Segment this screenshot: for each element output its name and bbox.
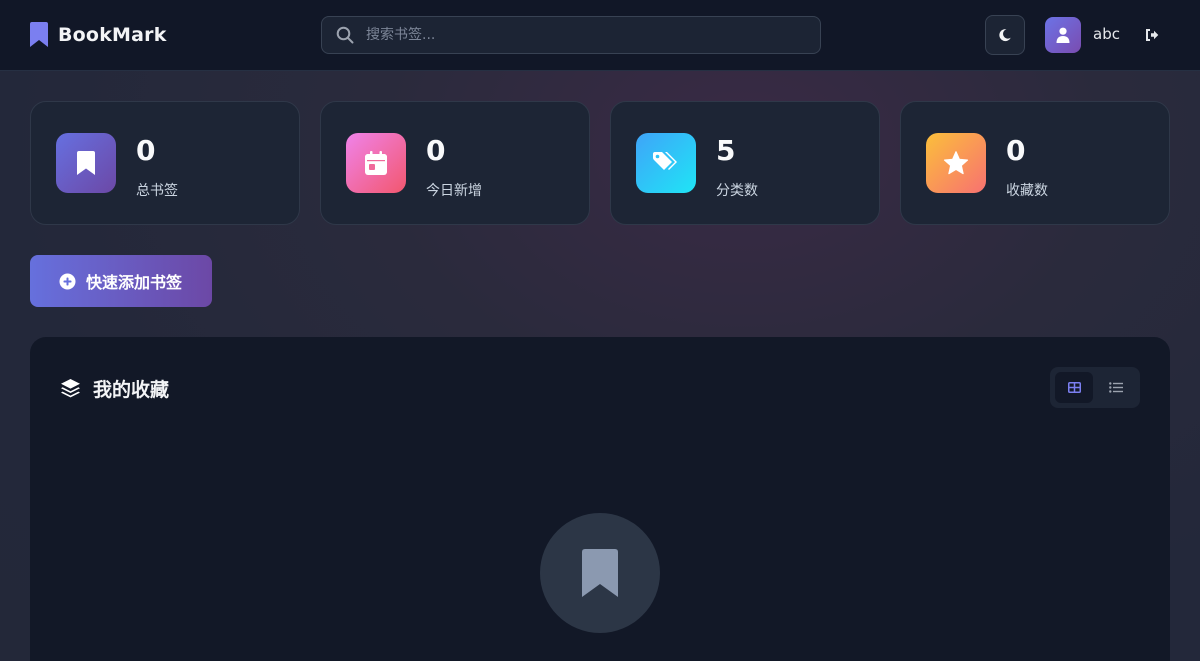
view-toggle bbox=[1050, 367, 1140, 408]
quick-add-bookmark-button[interactable]: 快速添加书签 bbox=[30, 255, 212, 307]
top-header: BookMark abc bbox=[0, 0, 1200, 71]
search-input[interactable] bbox=[366, 17, 806, 53]
quick-add-label: 快速添加书签 bbox=[86, 273, 183, 292]
bookmark-logo-icon bbox=[30, 22, 48, 47]
moon-icon bbox=[999, 29, 1011, 42]
layers-icon bbox=[61, 379, 80, 398]
stat-card-today: 0 今日新增 bbox=[320, 101, 590, 225]
list-view-button[interactable] bbox=[1097, 372, 1135, 403]
stat-card-categories: 5 分类数 bbox=[610, 101, 880, 225]
search-box[interactable] bbox=[321, 16, 821, 54]
search-icon bbox=[336, 26, 354, 44]
stat-value: 0 bbox=[136, 134, 156, 167]
bookmark-icon bbox=[56, 133, 116, 193]
tags-icon bbox=[636, 133, 696, 193]
stat-value: 5 bbox=[716, 134, 736, 167]
grid-icon bbox=[1067, 382, 1081, 393]
grid-view-button[interactable] bbox=[1055, 372, 1093, 403]
stat-card-favorites: 0 收藏数 bbox=[900, 101, 1170, 225]
theme-toggle-button[interactable] bbox=[985, 15, 1025, 55]
bookmark-icon bbox=[582, 549, 618, 597]
user-icon bbox=[1056, 27, 1070, 43]
logout-icon[interactable] bbox=[1143, 26, 1161, 44]
brand[interactable]: BookMark bbox=[30, 22, 167, 47]
stat-label: 收藏数 bbox=[1006, 183, 1048, 199]
stat-label: 今日新增 bbox=[426, 183, 482, 199]
favorites-panel: 我的收藏 bbox=[30, 337, 1170, 661]
stat-label: 分类数 bbox=[716, 183, 758, 199]
panel-header: 我的收藏 bbox=[60, 375, 169, 402]
brand-name: BookMark bbox=[58, 23, 167, 46]
username: abc bbox=[1093, 25, 1120, 43]
stat-value: 0 bbox=[426, 134, 446, 167]
empty-state-illustration bbox=[540, 513, 660, 633]
stat-card-total: 0 总书签 bbox=[30, 101, 300, 225]
stat-value: 0 bbox=[1006, 134, 1026, 167]
plus-circle-icon bbox=[59, 273, 76, 289]
list-icon bbox=[1109, 382, 1123, 393]
panel-title: 我的收藏 bbox=[93, 379, 170, 401]
calendar-icon bbox=[346, 133, 406, 193]
stat-label: 总书签 bbox=[136, 183, 178, 199]
avatar[interactable] bbox=[1045, 17, 1081, 53]
star-icon bbox=[926, 133, 986, 193]
